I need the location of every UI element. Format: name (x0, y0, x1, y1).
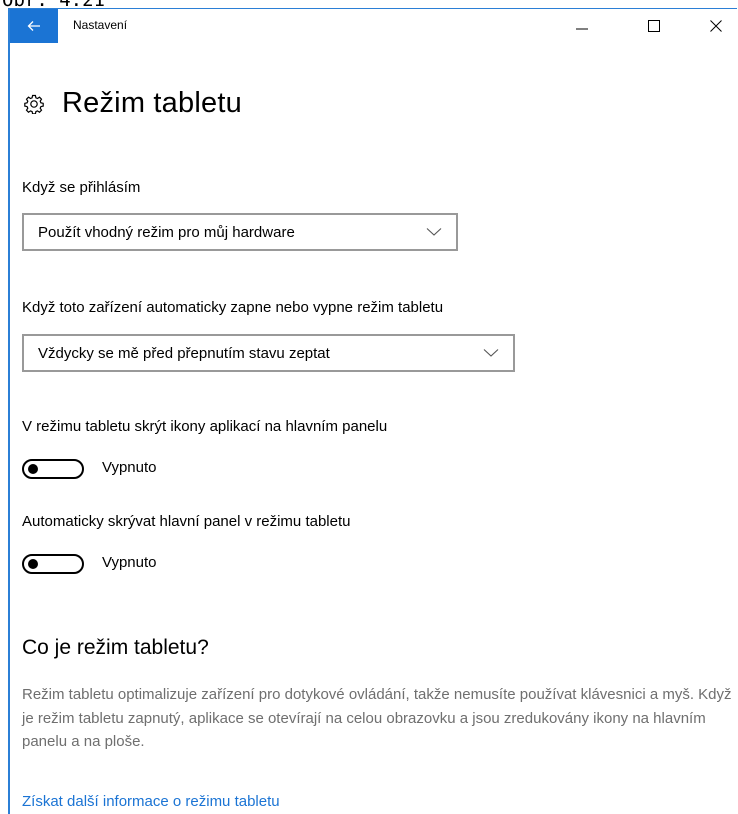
auto-switch-label: Když toto zařízení automaticky zapne neb… (22, 299, 444, 316)
signin-label: Když se přihlásím (22, 179, 141, 196)
toggle-knob (28, 559, 38, 569)
hide-icons-state: Vypnuto (102, 459, 157, 476)
chevron-down-icon (483, 349, 499, 357)
minimize-icon (576, 28, 588, 30)
signin-dropdown-value: Použít vhodný režim pro můj hardware (38, 223, 295, 241)
hide-icons-toggle[interactable] (22, 459, 84, 479)
chevron-down-icon (426, 228, 442, 236)
learn-more-link[interactable]: Získat další informace o režimu tabletu (22, 793, 280, 810)
window-title: Nastavení (73, 18, 128, 32)
toggle-knob (28, 464, 38, 474)
maximize-button[interactable] (631, 9, 677, 43)
close-button[interactable] (693, 9, 737, 43)
page-title: Režim tabletu (62, 87, 242, 119)
info-description: Režim tabletu optimalizuje zařízení pro … (22, 686, 732, 750)
title-bar: Nastavení (10, 9, 737, 43)
autohide-taskbar-label: Automaticky skrývat hlavní panel v režim… (22, 513, 351, 530)
minimize-button[interactable] (559, 9, 605, 43)
back-button[interactable] (10, 9, 58, 43)
autohide-taskbar-toggle[interactable] (22, 554, 84, 574)
auto-switch-dropdown-value: Vždycky se mě před přepnutím stavu zepta… (38, 344, 330, 362)
signin-dropdown[interactable]: Použít vhodný režim pro můj hardware (22, 213, 458, 251)
settings-window: Nastavení Režim tabletu Když se přihlásí… (8, 8, 737, 814)
hide-icons-label: V režimu tabletu skrýt ikony aplikací na… (22, 418, 388, 435)
close-icon (710, 20, 722, 32)
maximize-icon (648, 20, 660, 32)
autohide-taskbar-state: Vypnuto (102, 554, 157, 571)
page-header: Režim tabletu (24, 87, 242, 120)
gear-icon (24, 94, 44, 114)
auto-switch-dropdown[interactable]: Vždycky se mě před přepnutím stavu zepta… (22, 334, 515, 372)
back-arrow-icon (27, 21, 40, 31)
info-heading: Co je režim tabletu? (22, 636, 209, 659)
